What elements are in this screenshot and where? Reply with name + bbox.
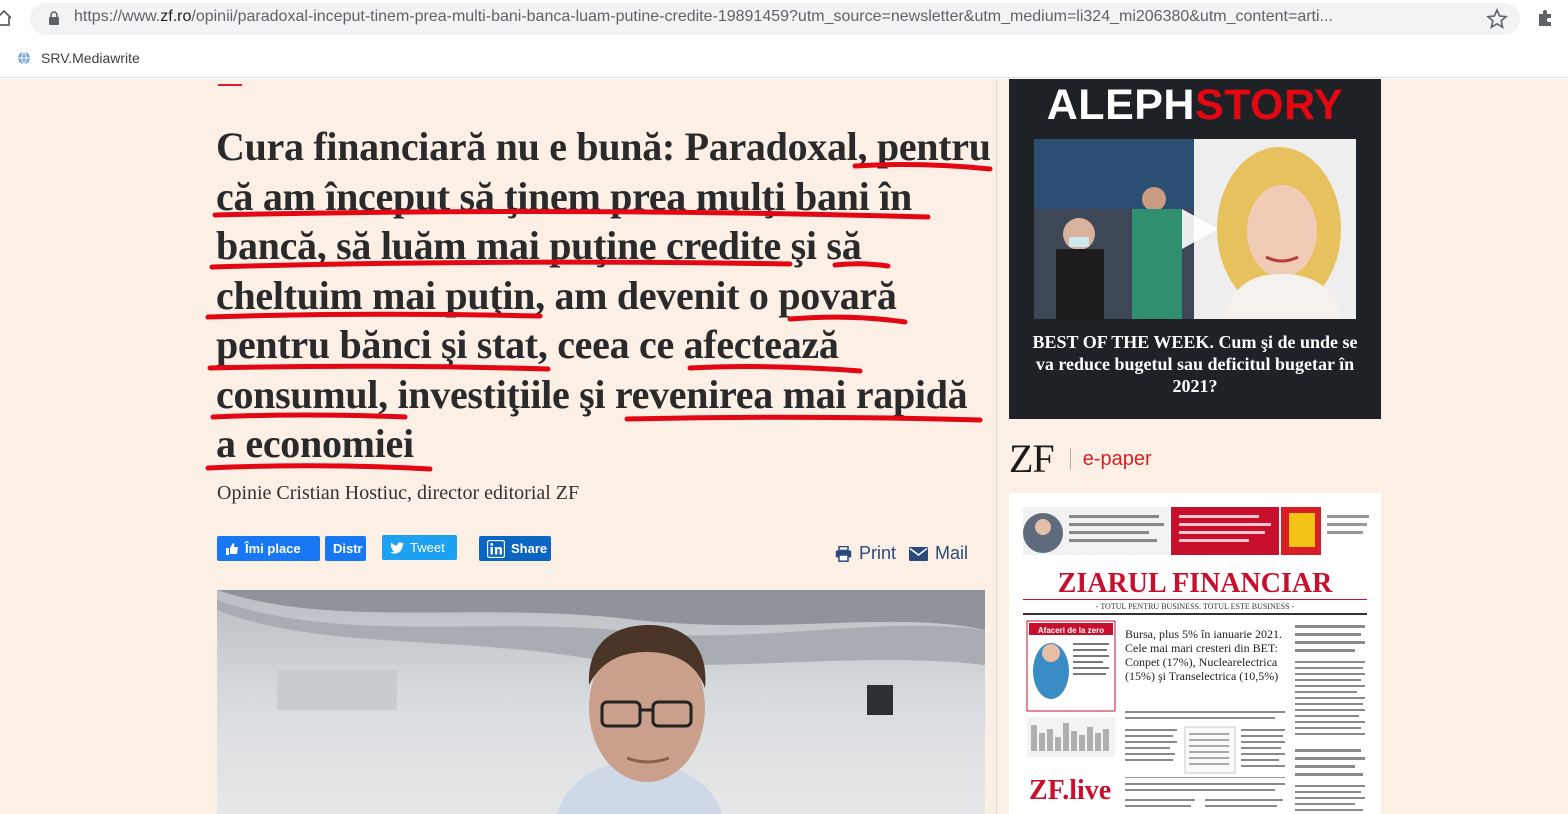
tweet-button[interactable]: Tweet bbox=[382, 535, 457, 560]
linkedin-share-label: Share bbox=[511, 541, 548, 556]
bookmark-srv-mediawrite[interactable]: SRV.Mediawrite bbox=[16, 47, 140, 69]
video-thumbnail[interactable] bbox=[1034, 139, 1356, 319]
url-domain: zf.ro bbox=[160, 8, 192, 25]
browser-address-bar: https://www.zf.ro/opinii/paradoxal-incep… bbox=[0, 0, 1568, 38]
aleph-story-video-widget[interactable]: ALEPHSTORY BEST OF THE WEEK. Cum şi de u… bbox=[1009, 79, 1381, 419]
zf-article-page: Cura financiară nu e bună: Paradoxal, pe… bbox=[0, 79, 1568, 814]
article-photo bbox=[217, 590, 985, 814]
twitter-bird-icon bbox=[390, 541, 404, 554]
print-link[interactable]: Print bbox=[835, 543, 896, 564]
headline-line: că am început să ţinem prea mulţi bani î… bbox=[216, 173, 912, 219]
envelope-icon bbox=[909, 546, 928, 561]
paper-zf-live: ZF.live bbox=[1029, 775, 1111, 806]
linkedin-icon bbox=[487, 539, 505, 558]
globe-favicon-icon bbox=[18, 51, 30, 65]
headline-line: a economiei bbox=[216, 421, 414, 466]
newspaper-front-page-image: ZIARUL FINANCIAR - TOTUL PENTRU BUSINESS… bbox=[1009, 493, 1381, 814]
facebook-like-button[interactable]: Îmi place bbox=[217, 536, 320, 561]
url-path: /opinii/paradoxal-inceput-tinem-prea-mul… bbox=[191, 8, 1333, 25]
bookmarks-bar: SRV.Mediawrite bbox=[0, 38, 1568, 78]
article-byline: Opinie Cristian Hostiuc, director editor… bbox=[217, 482, 580, 504]
epaper-label: e-paper bbox=[1082, 447, 1152, 470]
mail-link[interactable]: Mail bbox=[909, 543, 968, 564]
zf-epaper-header[interactable]: ZF e-paper bbox=[1009, 437, 1152, 481]
headline-line: bancă, să luăm mai puţine credite şi să bbox=[216, 223, 862, 268]
headline-line: Cura financiară nu e bună: Paradoxal, pe… bbox=[216, 124, 991, 169]
headline-line: cheltuim mai puţin, am devenit o povară bbox=[216, 272, 897, 318]
linkedin-share-button[interactable]: Share bbox=[479, 536, 551, 561]
like-label: Îmi place bbox=[245, 541, 301, 556]
play-icon[interactable] bbox=[1180, 207, 1220, 251]
lock-icon[interactable] bbox=[48, 11, 60, 25]
tweet-label: Tweet bbox=[410, 540, 445, 555]
epaper-front-page[interactable]: ZIARUL FINANCIAR - TOTUL PENTRU BUSINESS… bbox=[1009, 493, 1381, 814]
section-accent-mark bbox=[218, 84, 242, 86]
facebook-share-button[interactable]: Distr bbox=[325, 536, 366, 561]
headline-line: consumul, investiţiile şi revenirea mai … bbox=[216, 371, 968, 417]
paper-lead-headline: Bursa, plus 5% în ianuarie 2021. Cele ma… bbox=[1125, 627, 1282, 683]
paper-box-title: Afaceri de la zero bbox=[1038, 626, 1104, 635]
zf-separator bbox=[1069, 448, 1071, 470]
url-prefix: https://www. bbox=[74, 8, 161, 25]
printer-icon bbox=[835, 545, 852, 562]
zf-logo: ZF bbox=[1009, 436, 1055, 481]
bookmark-label: SRV.Mediawrite bbox=[41, 50, 140, 66]
distribute-label: Distr bbox=[333, 541, 363, 556]
extensions-puzzle-icon[interactable] bbox=[1536, 8, 1556, 28]
paper-masthead: ZIARUL FINANCIAR bbox=[1058, 568, 1333, 599]
headline-line: pentru bănci şi stat, ceea ce afectează bbox=[216, 322, 839, 367]
video-caption[interactable]: BEST OF THE WEEK. Cum şi de unde se va r… bbox=[1023, 331, 1367, 397]
mail-label: Mail bbox=[935, 543, 969, 563]
home-icon[interactable] bbox=[0, 8, 14, 28]
url-text[interactable]: https://www.zf.ro/opinii/paradoxal-incep… bbox=[74, 8, 1474, 26]
bookmark-star-icon[interactable] bbox=[1486, 8, 1508, 30]
thumbs-up-icon bbox=[226, 542, 238, 555]
aleph-story-logo: ALEPHSTORY bbox=[1046, 81, 1344, 129]
paper-tagline: - TOTUL PENTRU BUSINESS. TOTUL ESTE BUSI… bbox=[1096, 602, 1295, 611]
author-portrait-image bbox=[217, 590, 985, 814]
article-headline: Cura financiară nu e bună: Paradoxal, pe… bbox=[216, 122, 1006, 469]
print-label: Print bbox=[859, 543, 897, 563]
